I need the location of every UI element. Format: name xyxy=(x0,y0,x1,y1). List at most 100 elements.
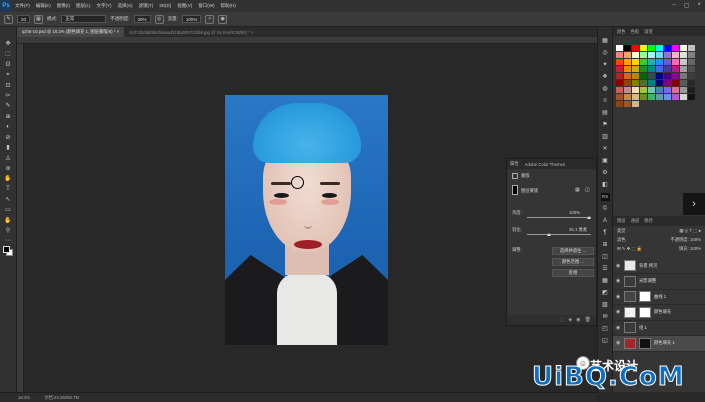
color-swatch[interactable] xyxy=(616,80,623,86)
color-swatch[interactable] xyxy=(624,73,631,79)
color-swatch[interactable] xyxy=(664,52,671,58)
panel-shortcut-icon[interactable]: ▧ xyxy=(601,301,610,309)
density-slider-knob[interactable] xyxy=(587,216,591,219)
tool-icon[interactable]: ✥ xyxy=(3,41,13,48)
panel-shortcut-icon[interactable]: ¶ xyxy=(601,229,610,237)
menu-item[interactable]: 文字(Y) xyxy=(94,3,115,9)
menu-item[interactable]: 选择(S) xyxy=(115,3,136,9)
color-swatch[interactable] xyxy=(640,94,647,100)
tab-color[interactable]: 颜色 xyxy=(617,29,626,35)
layer-thumbnail[interactable] xyxy=(624,322,636,333)
menu-item[interactable]: 3D(D) xyxy=(156,3,174,9)
visibility-eye-icon[interactable]: ◉ xyxy=(616,263,621,269)
color-swatch[interactable] xyxy=(632,59,639,65)
panel-shortcut-icon[interactable]: © xyxy=(601,205,610,213)
panel-shortcut-icon[interactable]: ❖ xyxy=(601,73,610,81)
color-swatch[interactable] xyxy=(640,52,647,58)
color-swatch[interactable] xyxy=(616,87,623,93)
layer-row[interactable]: ◉ 背景 拷贝 xyxy=(613,258,705,274)
color-swatch[interactable] xyxy=(632,52,639,58)
color-swatch[interactable] xyxy=(680,52,687,58)
color-swatch[interactable] xyxy=(616,73,623,79)
tool-icon[interactable]: ✋ xyxy=(3,176,13,183)
panel-shortcut-icon[interactable]: ✕ xyxy=(601,145,610,153)
tool-icon[interactable]: ⊕ xyxy=(3,114,13,121)
color-swatch[interactable] xyxy=(672,94,679,100)
panel-shortcut-icon[interactable]: ≡ xyxy=(601,97,610,105)
color-swatch[interactable] xyxy=(656,80,663,86)
color-swatch[interactable] xyxy=(624,101,631,107)
pressure-opacity-icon[interactable]: ◎ xyxy=(154,14,164,24)
tool-icon[interactable]: ◬ xyxy=(3,155,13,162)
color-swatch[interactable] xyxy=(632,45,639,51)
tool-icon[interactable]: ✋ xyxy=(3,218,13,225)
select-and-mask-button[interactable]: 选择并遮住 ... xyxy=(552,247,594,255)
apply-mask-icon[interactable]: ◈ xyxy=(568,317,572,323)
tab-adobe-color-themes[interactable]: Adobe Color Themes xyxy=(525,162,566,167)
color-range-button[interactable]: 颜色范围 ... xyxy=(552,258,594,266)
color-swatch[interactable] xyxy=(640,45,647,51)
color-swatch[interactable] xyxy=(688,66,695,72)
color-swatch[interactable] xyxy=(672,87,679,93)
tool-icon[interactable]: ⊘ xyxy=(3,135,13,142)
tool-icon[interactable]: ▭ xyxy=(3,207,13,214)
tool-icon[interactable]: ⊡ xyxy=(3,83,13,90)
tool-icon[interactable]: ✎ xyxy=(3,103,13,110)
flow-field[interactable]: 100% xyxy=(181,15,202,23)
color-swatch[interactable] xyxy=(648,52,655,58)
panel-shortcut-icon[interactable]: ◱ xyxy=(601,337,610,345)
color-swatch[interactable] xyxy=(680,59,687,65)
vertical-ruler[interactable] xyxy=(17,44,24,392)
zoom-level[interactable]: 18.2% xyxy=(18,395,30,400)
color-swatch[interactable] xyxy=(680,80,687,86)
layer-mask-thumbnail[interactable] xyxy=(639,337,651,349)
color-swatch[interactable] xyxy=(648,59,655,65)
layer-mask-thumbnail[interactable] xyxy=(639,291,651,302)
color-swatch[interactable] xyxy=(664,59,671,65)
menu-item[interactable]: 图像(I) xyxy=(54,3,73,9)
panel-shortcut-icon[interactable]: ⚙ xyxy=(601,169,610,177)
brush-size-field[interactable]: 20 xyxy=(17,15,31,23)
panel-shortcut-icon[interactable]: ✦ xyxy=(601,61,610,69)
density-value[interactable]: 100% xyxy=(569,210,580,215)
horizontal-ruler[interactable] xyxy=(17,37,597,44)
panel-shortcut-icon[interactable]: RS xyxy=(600,193,610,201)
panel-shortcut-icon[interactable]: ⊞ xyxy=(601,241,610,249)
menu-item[interactable]: 图层(L) xyxy=(73,3,94,9)
visibility-eye-icon[interactable]: ◉ xyxy=(616,278,621,284)
color-swatch[interactable] xyxy=(656,94,663,100)
density-slider-track[interactable] xyxy=(527,217,591,218)
tool-icon[interactable]: ⋯ xyxy=(3,238,13,245)
color-swatch[interactable] xyxy=(640,66,647,72)
color-swatch[interactable] xyxy=(672,73,679,79)
mask-thumbnail[interactable] xyxy=(512,185,518,195)
tab-channels[interactable]: 通道 xyxy=(631,218,640,224)
color-swatch[interactable] xyxy=(624,45,631,51)
tab-document-psd[interactable]: qzh5-10.psd @ 18.2% (颜色填充 1, 图层蒙版/8) * × xyxy=(17,27,125,37)
menu-item[interactable]: 文件(F) xyxy=(12,3,33,9)
menu-item[interactable]: 窗口(W) xyxy=(195,3,217,9)
feather-slider-track[interactable] xyxy=(527,234,591,235)
pressure-size-icon[interactable]: ◉ xyxy=(218,14,228,24)
color-swatch[interactable] xyxy=(632,80,639,86)
airbrush-icon[interactable]: ✧ xyxy=(205,14,215,24)
panel-shortcut-icon[interactable]: ◰ xyxy=(601,325,610,333)
feather-value[interactable]: 26.1 像素 xyxy=(569,227,587,233)
color-swatch[interactable] xyxy=(624,87,631,93)
tab-properties[interactable]: 属性 xyxy=(510,161,519,167)
color-swatch[interactable] xyxy=(672,52,679,58)
color-swatch[interactable] xyxy=(688,52,695,58)
panel-shortcut-icon[interactable]: ✉ xyxy=(601,313,610,321)
layer-thumbnail[interactable] xyxy=(624,337,636,349)
color-swatch[interactable] xyxy=(680,66,687,72)
color-swatch[interactable] xyxy=(672,66,679,72)
color-swatch[interactable] xyxy=(664,66,671,72)
color-swatch[interactable] xyxy=(656,45,663,51)
tool-icon[interactable]: ʘ xyxy=(3,62,13,69)
document-photo[interactable] xyxy=(225,95,388,345)
panel-shortcut-icon[interactable]: ▥ xyxy=(601,133,610,141)
tool-icon[interactable]: T xyxy=(3,186,13,193)
color-swatch[interactable] xyxy=(648,87,655,93)
load-selection-icon[interactable]: ⬚ xyxy=(560,317,565,323)
layer-opacity-value[interactable]: 100% xyxy=(690,237,701,242)
